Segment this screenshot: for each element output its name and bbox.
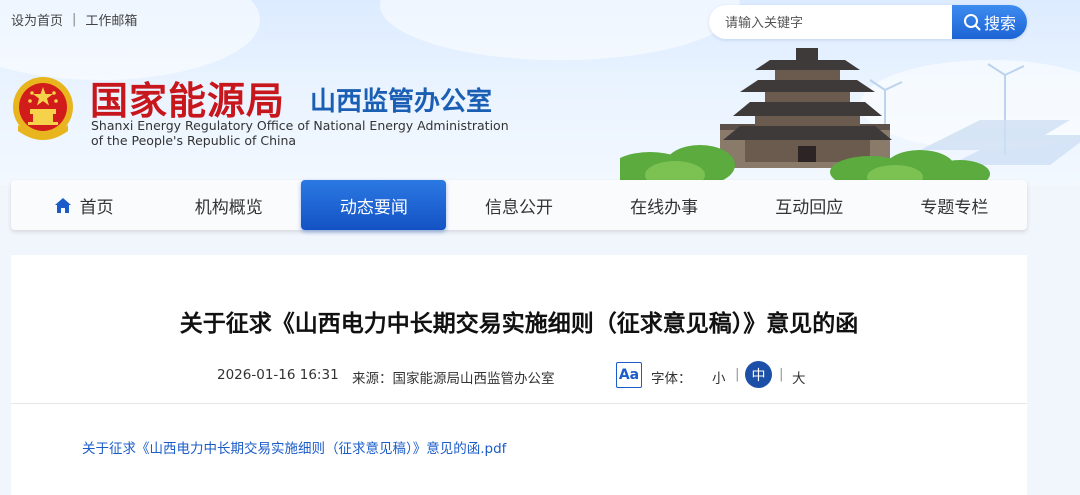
home-icon bbox=[54, 197, 71, 213]
divider bbox=[11, 403, 1027, 404]
publish-date: 2026-01-16 16:31 bbox=[217, 367, 339, 383]
font-size-small[interactable]: 小 bbox=[712, 367, 726, 387]
logo-english: Shanxi Energy Regulatory Office of Natio… bbox=[91, 118, 509, 148]
nav-item-label: 在线办事 bbox=[630, 197, 699, 218]
nav-item-label: 信息公开 bbox=[484, 197, 553, 218]
search-button-label: 搜索 bbox=[983, 14, 1016, 33]
attachment-link[interactable]: 关于征求《山西电力中长期交易实施细则（征求意见稿）》意见的函.pdf bbox=[82, 437, 506, 457]
separator: | bbox=[735, 366, 740, 382]
nav-item-home[interactable]: 首页 bbox=[11, 180, 156, 230]
nav-item-label: 动态要闻 bbox=[339, 197, 408, 218]
font-size-large[interactable]: 大 bbox=[792, 367, 806, 387]
separator: | bbox=[72, 12, 77, 27]
logo-english-line2: of the People's Republic of China bbox=[91, 133, 297, 148]
article-meta: 2026-01-16 16:31 来源：国家能源局山西监管办公室 Aa 字体： … bbox=[11, 360, 1027, 390]
nav-item-label: 专题专栏 bbox=[920, 197, 989, 218]
font-size-medium[interactable]: 中 bbox=[745, 361, 772, 388]
top-links: 设为首页 | 工作邮箱 bbox=[11, 10, 137, 29]
nav-item-overview[interactable]: 机构概览 bbox=[156, 180, 301, 230]
nav-item-label: 互动回应 bbox=[775, 197, 844, 218]
nav-item-special-topics[interactable]: 专题专栏 bbox=[882, 180, 1027, 230]
search-button[interactable]: 搜索 bbox=[952, 5, 1027, 39]
search-icon bbox=[963, 14, 981, 31]
logo-subtitle: 山西监管办公室 bbox=[310, 87, 493, 117]
separator: | bbox=[779, 366, 784, 382]
nav-item-info-disclosure[interactable]: 信息公开 bbox=[446, 180, 591, 230]
search-box: 搜索 bbox=[709, 5, 1027, 41]
national-emblem-icon bbox=[13, 77, 73, 140]
nav-item-online-service[interactable]: 在线办事 bbox=[592, 180, 737, 230]
nav-item-label: 首页 bbox=[79, 197, 114, 218]
nav-item-label: 机构概览 bbox=[194, 197, 263, 218]
set-homepage-link[interactable]: 设为首页 bbox=[11, 10, 63, 29]
article-title: 关于征求《山西电力中长期交易实施细则（征求意见稿）》意见的函 bbox=[179, 311, 859, 337]
article-source: 来源：国家能源局山西监管办公室 bbox=[352, 371, 555, 387]
search-input[interactable] bbox=[723, 5, 947, 41]
font-size-label: 字体： bbox=[651, 371, 692, 387]
tower-scenery-illustration bbox=[620, 48, 1080, 185]
logo-title: 国家能源局 bbox=[90, 78, 286, 123]
logo-english-line1: Shanxi Energy Regulatory Office of Natio… bbox=[91, 118, 509, 133]
nav-item-news[interactable]: 动态要闻 bbox=[301, 180, 447, 230]
header-banner: 设为首页 | 工作邮箱 搜索 国家能源局 山西监管办公室 Shanxi Ener… bbox=[0, 0, 1080, 185]
font-size-icon: Aa bbox=[616, 362, 642, 388]
work-email-link[interactable]: 工作邮箱 bbox=[85, 10, 137, 29]
main-nav: 首页 机构概览 动态要闻 信息公开 在线办事 互动回应 专题专栏 bbox=[11, 180, 1027, 230]
nav-item-interaction[interactable]: 互动回应 bbox=[737, 180, 882, 230]
article-card: 关于征求《山西电力中长期交易实施细则（征求意见稿）》意见的函 2026-01-1… bbox=[11, 255, 1027, 495]
